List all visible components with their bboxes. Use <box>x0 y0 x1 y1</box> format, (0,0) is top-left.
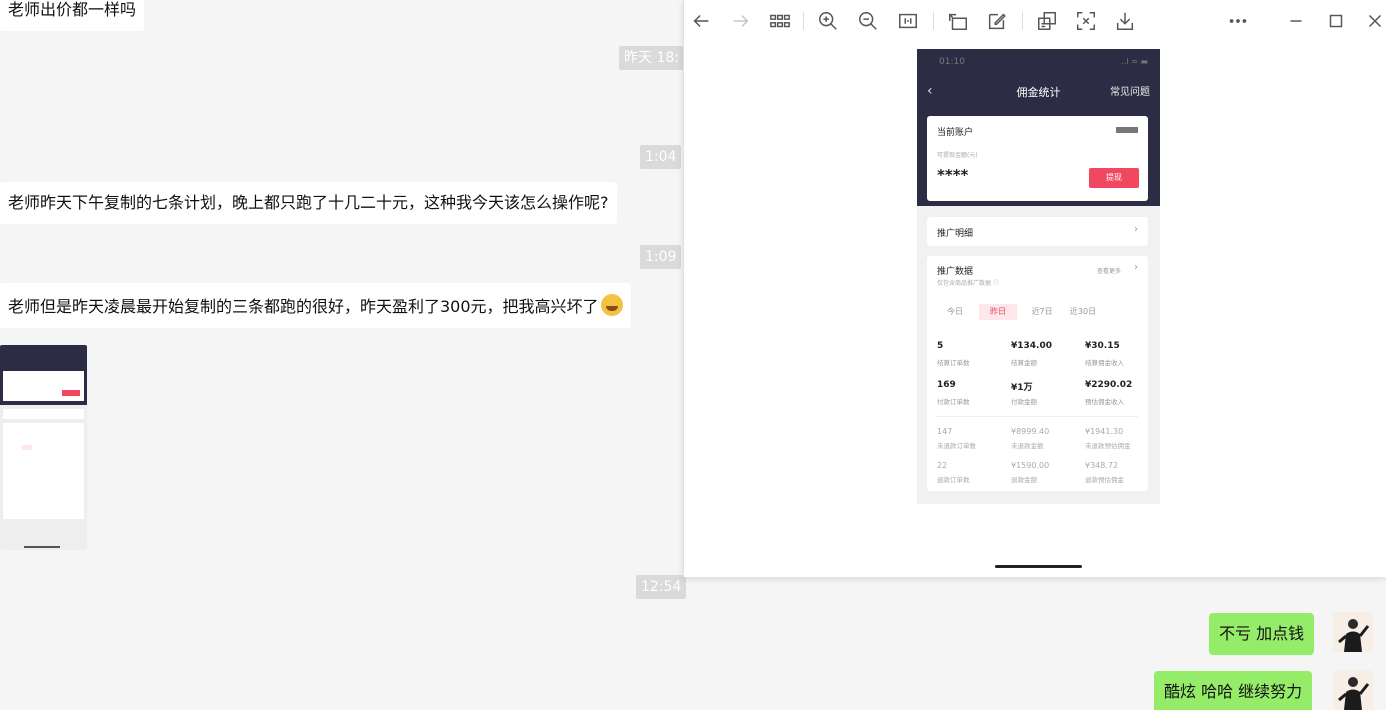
avatar-image <box>1333 670 1373 710</box>
minor-stat-value: ¥348.72 <box>1085 461 1119 470</box>
stat-caption: 结算金额 <box>1011 359 1037 367</box>
minor-stat-value: ¥1590.00 <box>1011 461 1050 470</box>
avatar-image <box>1333 612 1373 652</box>
stat-value: 5 <box>937 341 944 351</box>
laughing-emoji-icon <box>600 294 623 316</box>
back-icon[interactable] <box>688 8 714 34</box>
masked-amount: **** <box>937 166 969 184</box>
tab-7-days: 近7日 <box>1031 307 1053 316</box>
chevron-right-icon: › <box>1134 262 1138 273</box>
minimize-icon[interactable] <box>1283 8 1309 34</box>
timestamp: 1:04 <box>640 145 682 169</box>
stat-caption: 结算订单数 <box>937 359 970 367</box>
toolbar-divider <box>1022 12 1023 30</box>
promo-detail-label: 推广明细 <box>937 229 974 239</box>
minor-stat-caption: 退款预估佣金 <box>1085 476 1124 484</box>
timestamp: 昨天 18: <box>619 46 684 70</box>
image-viewer-window: 01:10 ..l ≈ ▬ ‹ 佣金统计 常见问题 当前账户 可提现金额(元) … <box>683 0 1386 577</box>
maximize-icon[interactable] <box>1323 8 1349 34</box>
account-label: 当前账户 <box>937 128 974 138</box>
stat-value: 169 <box>937 380 956 390</box>
minor-stat-value: ¥1941.30 <box>1085 427 1124 436</box>
tab-yesterday: 昨日 <box>979 304 1017 320</box>
message-bubble[interactable]: 老师出价都一样吗 <box>0 0 145 31</box>
message-bubble[interactable]: 老师但是昨天凌晨最开始复制的三条都跑的很好，昨天盈利了300元，把我高兴坏了 <box>0 283 631 328</box>
minor-stat-caption: 未退款预估佣金 <box>1085 442 1131 450</box>
stat-value: ¥30.15 <box>1085 341 1120 351</box>
withdrawable-label: 可提现金额(元) <box>937 152 978 159</box>
edit-icon[interactable] <box>984 8 1010 34</box>
minor-stat-caption: 未退款金额 <box>1011 442 1044 450</box>
message-bubble-self[interactable]: 酷炫 哈哈 继续努力 <box>1154 671 1313 710</box>
more-link: 查看更多 <box>1097 268 1122 275</box>
tab-30-days: 近30日 <box>1069 307 1097 316</box>
minor-stat-caption: 退款订单数 <box>937 476 970 484</box>
thumbnail-row <box>3 409 84 419</box>
forward-icon[interactable] <box>728 8 754 34</box>
zoom-out-icon[interactable] <box>855 8 881 34</box>
image-thumbnail[interactable] <box>0 345 87 550</box>
status-icons: ..l ≈ ▬ <box>1121 57 1148 66</box>
stat-caption: 结算佣金收入 <box>1085 359 1124 367</box>
message-text: 老师但是昨天凌晨最开始复制的三条都跑的很好，昨天盈利了300元，把我高兴坏了 <box>8 297 599 316</box>
stat-value: ¥1万 <box>1011 383 1033 393</box>
account-id-redacted <box>1116 127 1138 133</box>
stat-value: ¥134.00 <box>1011 341 1052 351</box>
chat-window: 老师出价都一样吗 昨天 18: 1:04 老师昨天下午复制的七条计划，晚上都只跑… <box>0 0 1386 710</box>
promo-sub-label: 仅包含商品推广数据 ⓘ <box>937 280 999 287</box>
chevron-right-icon: › <box>1134 224 1138 235</box>
status-time: 01:10 <box>939 57 965 67</box>
stat-value: ¥2290.02 <box>1085 380 1133 390</box>
thumbnail-tab <box>22 445 32 450</box>
timestamp: 1:09 <box>640 245 682 269</box>
message-bubble-self[interactable]: 不亏 加点钱 <box>1209 613 1315 655</box>
withdraw-button: 提现 <box>1089 168 1139 188</box>
promo-detail-row: 推广明细 › <box>927 217 1148 246</box>
thumbnail-button <box>62 390 80 396</box>
close-icon[interactable] <box>1362 8 1386 34</box>
minor-stat-caption: 退款金额 <box>1011 476 1037 484</box>
grid-icon[interactable] <box>767 8 793 34</box>
stat-caption: 预估佣金收入 <box>1085 398 1124 406</box>
message-bubble[interactable]: 老师昨天下午复制的七条计划，晚上都只跑了十几二十元，这种我今天该怎么操作呢? <box>0 182 617 224</box>
minor-stat-caption: 未退款订单数 <box>937 442 976 450</box>
toolbar-divider <box>933 12 934 30</box>
toolbar-divider <box>803 12 804 30</box>
promo-data-label: 推广数据 <box>937 267 974 277</box>
phone-screenshot: 01:10 ..l ≈ ▬ ‹ 佣金统计 常见问题 当前账户 可提现金额(元) … <box>917 49 1160 504</box>
fit-icon[interactable] <box>895 8 921 34</box>
divider <box>937 416 1138 417</box>
stat-caption: 付款金额 <box>1011 398 1037 406</box>
timestamp: 12:54 <box>636 575 687 599</box>
avatar[interactable] <box>1333 670 1373 710</box>
minor-stat-value: 147 <box>937 427 953 436</box>
zoom-in-icon[interactable] <box>815 8 841 34</box>
home-indicator <box>995 565 1082 568</box>
stat-caption: 付款订单数 <box>937 398 970 406</box>
tab-today: 今日 <box>947 307 963 316</box>
help-link: 常见问题 <box>1110 87 1150 98</box>
avatar[interactable] <box>1333 612 1373 652</box>
thumbnail-home-bar <box>24 546 60 548</box>
thumbnail-card <box>3 371 84 401</box>
ocr-icon[interactable] <box>1034 8 1060 34</box>
download-icon[interactable] <box>1112 8 1138 34</box>
rotate-icon[interactable] <box>945 8 971 34</box>
scan-icon[interactable] <box>1073 8 1099 34</box>
minor-stat-value: ¥8999.40 <box>1011 427 1050 436</box>
account-card: 当前账户 可提现金额(元) **** 提现 <box>927 116 1148 201</box>
thumbnail-card <box>3 423 84 519</box>
promo-data-card: 推广数据 查看更多 › 仅包含商品推广数据 ⓘ 今日 昨日 近7日 近30日 5… <box>927 256 1148 491</box>
more-icon[interactable] <box>1225 8 1251 34</box>
minor-stat-value: 22 <box>937 461 948 470</box>
